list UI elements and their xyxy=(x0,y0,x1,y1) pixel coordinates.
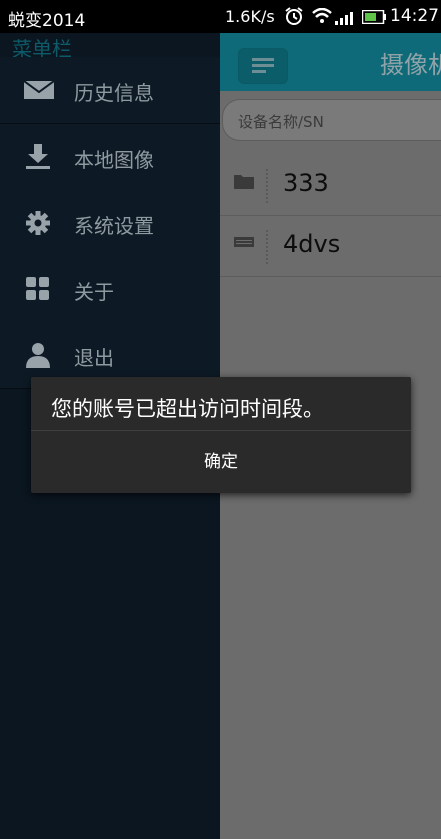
ok-button[interactable]: 确定 xyxy=(31,431,411,493)
drawer-item-label: 系统设置 xyxy=(74,214,154,238)
drawer-item-local-images[interactable]: 本地图像 xyxy=(0,124,220,191)
drawer-item-label: 退出 xyxy=(74,346,114,370)
wifi-icon xyxy=(312,8,332,23)
search-placeholder: 设备名称/SN xyxy=(238,113,324,131)
drawer-item-label: 历史信息 xyxy=(74,81,154,105)
device-row[interactable]: 4dvs xyxy=(220,216,441,277)
status-bar: 蜕变2014 1.6K/s 14:27 xyxy=(0,0,441,33)
drawer-item-label: 关于 xyxy=(74,280,114,304)
device-name: 4dvs xyxy=(283,230,341,258)
carrier-name: 蜕变2014 xyxy=(8,11,86,31)
drawer-item-about[interactable]: 关于 xyxy=(0,256,220,323)
network-speed: 1.6K/s xyxy=(225,7,275,26)
device-row[interactable]: 333 xyxy=(220,155,441,216)
search-input[interactable]: 设备名称/SN xyxy=(222,99,441,141)
separator xyxy=(266,169,270,203)
alert-dialog: 您的账号已超出访问时间段。 确定 xyxy=(31,377,411,493)
drawer-item-history[interactable]: 历史信息 xyxy=(0,57,220,124)
dvr-icon xyxy=(234,237,254,247)
dialog-message: 您的账号已超出访问时间段。 xyxy=(51,397,324,421)
signal-icon xyxy=(335,12,353,25)
download-icon xyxy=(26,144,50,169)
alarm-icon xyxy=(285,7,303,25)
page-title: 摄像机 xyxy=(380,51,441,79)
drawer-item-settings[interactable]: 系统设置 xyxy=(0,190,220,257)
grid-icon xyxy=(26,277,49,300)
device-name: 333 xyxy=(283,169,329,197)
folder-icon xyxy=(234,175,254,189)
gear-icon xyxy=(26,211,50,235)
main-header: 摄像机 xyxy=(220,33,441,91)
drawer-item-label: 本地图像 xyxy=(74,148,154,172)
menu-button[interactable] xyxy=(238,48,288,84)
battery-icon xyxy=(362,10,386,24)
separator xyxy=(266,230,270,264)
mail-icon xyxy=(24,80,54,99)
menu-icon xyxy=(252,58,274,73)
clock: 14:27 xyxy=(390,6,439,26)
person-icon xyxy=(26,343,50,368)
